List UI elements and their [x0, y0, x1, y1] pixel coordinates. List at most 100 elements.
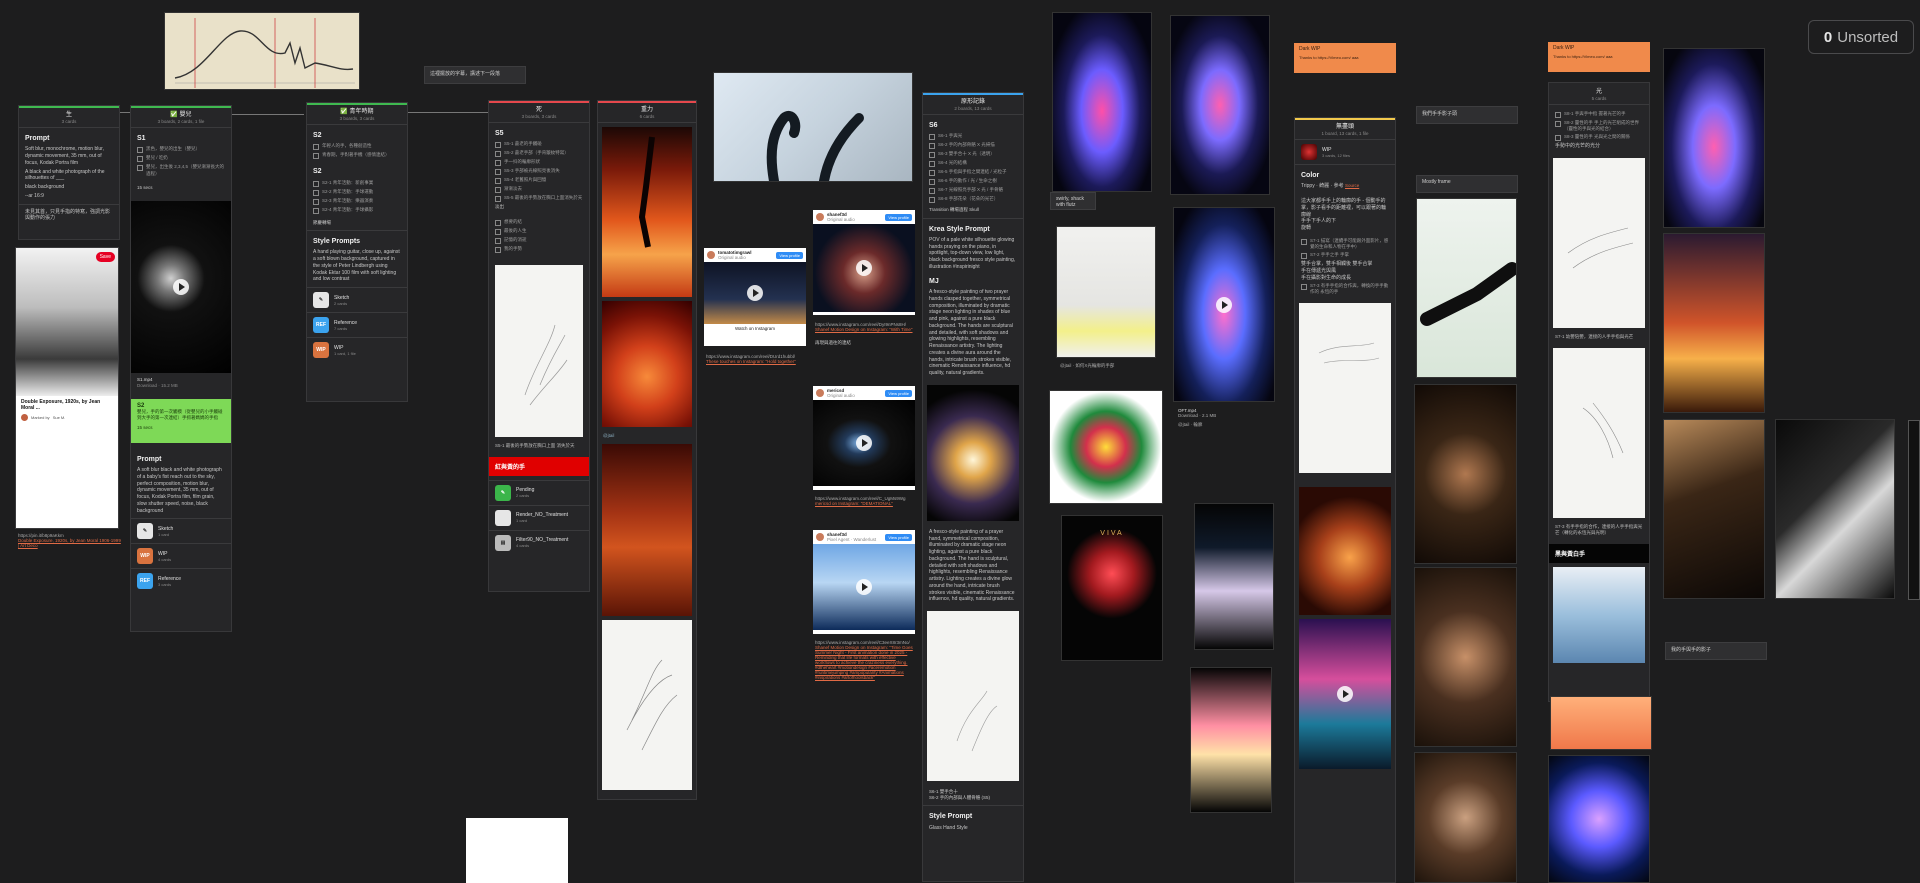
- checklist-item[interactable]: S2-2 青年活動：手球運動: [313, 189, 401, 196]
- subboard-sketch[interactable]: ✎ Sketch 1 card: [131, 518, 231, 543]
- save-button[interactable]: Save: [95, 252, 115, 262]
- instagram-link[interactable]: mericsd on Instagram: "DEMATIONAL": [815, 501, 915, 506]
- checklist-item[interactable]: S5-5 最後的手勢放在胸口上面消失於天: [495, 195, 583, 203]
- checklist-item[interactable]: S7-2 手手之手 手掌: [1301, 252, 1389, 260]
- instagram-embed[interactable]: shanef3d Original audio View profile: [813, 210, 915, 315]
- orange-note[interactable]: Dark WIP Thanks to https://Vimeo.com/ aa…: [1294, 43, 1396, 73]
- checklist-item[interactable]: 青春期，手對著手機（感情連結）: [313, 152, 401, 160]
- checklist-item[interactable]: S6-1 手與光: [929, 133, 1017, 141]
- sunset-hands-image[interactable]: [1663, 233, 1765, 413]
- caption-note[interactable]: 我們手手影子頭: [1416, 106, 1518, 124]
- orange-smoke-image[interactable]: [602, 301, 692, 427]
- xray-hand-image[interactable]: [1052, 12, 1152, 192]
- view-profile-button[interactable]: View profile: [885, 213, 912, 221]
- sketch-image[interactable]: [495, 264, 583, 437]
- checklist-item[interactable]: S2-3 青年活動：樂器演奏: [313, 198, 401, 205]
- prayer-hands-video[interactable]: [1173, 207, 1275, 402]
- pinterest-link[interactable]: Double Exposure, 1920s, by Jean Moral 19…: [18, 538, 122, 548]
- board-youth[interactable]: ✅ 青年時期 3 boards, 3 cards S2 年輕人的手，各種創造性 青…: [306, 102, 408, 402]
- sketch-image[interactable]: [927, 611, 1019, 782]
- checklist-item[interactable]: 我的手勢: [495, 246, 583, 253]
- caption-note[interactable]: 這裡擺放的字幕，講述下一段落: [424, 66, 526, 84]
- edge-card[interactable]: [1908, 420, 1920, 600]
- video-preview[interactable]: [131, 200, 231, 373]
- checklist-item[interactable]: S5-1 蒼老的手觸碰: [495, 141, 583, 149]
- checklist-item[interactable]: S6-5 手指與手指之間連結 / 光粒子: [929, 169, 1017, 177]
- play-icon[interactable]: [1337, 686, 1353, 703]
- subboard-render[interactable]: Render_NO_Treatment 1 card: [489, 504, 589, 530]
- sketch-image[interactable]: [1553, 347, 1645, 518]
- pinterest-card[interactable]: Save Double Exposure, 1920s, by Jean Mor…: [15, 247, 119, 529]
- board-endless[interactable]: 無盡頭 1 board, 13 cards, 1 file WIP 3 cards,…: [1294, 117, 1396, 883]
- handshake-image[interactable]: [1414, 567, 1517, 747]
- sketch-image[interactable]: [602, 620, 692, 790]
- checklist-item[interactable]: S6-6 手的動作 / 光 / 生命之樹: [929, 178, 1017, 186]
- view-profile-button[interactable]: View profile: [776, 251, 803, 259]
- cosmic-hands-image[interactable]: [1548, 755, 1650, 883]
- checklist-item[interactable]: S8-1 手與手中指 握著光芒的手: [1555, 111, 1643, 118]
- play-icon[interactable]: [856, 260, 872, 276]
- xray-hands-pair-image[interactable]: [1663, 48, 1765, 228]
- checklist-item[interactable]: S5-3 手部被光線照亮後消失: [495, 168, 583, 176]
- s2-note[interactable]: S2 嬰兒，手的第一次觸摸（從嬰兒的小手觸碰到大手的第一次連結）手抓著媽媽的手指…: [131, 398, 231, 443]
- unsorted-button[interactable]: 0 Unsorted: [1808, 20, 1914, 54]
- checklist-item[interactable]: 嬰兒，出生後 2,3,4,5（嬰兒漸漸長大的過程）: [137, 164, 225, 176]
- board-sheng[interactable]: 生3 cards Prompt Soft blur, monochrome, m…: [18, 105, 120, 240]
- blank-card[interactable]: [466, 818, 568, 883]
- checklist-item[interactable]: S7-1 描寫（連續手可能跟外面影片，感覺的生命和人物在手中）: [1301, 238, 1389, 250]
- checklist-item[interactable]: 年輕人的手，各種創造性: [313, 143, 401, 151]
- caption-note[interactable]: Mostly frame: [1416, 175, 1518, 193]
- neon-hands-image[interactable]: [1190, 667, 1272, 813]
- instagram-embed[interactable]: tomatotimgrawl Original audio View profile…: [704, 248, 806, 346]
- subboard-reference[interactable]: REF Reference 7 cards: [307, 312, 407, 337]
- light-beam-hands-image[interactable]: [1663, 419, 1765, 599]
- video-preview[interactable]: [813, 400, 915, 486]
- board-death[interactable]: 死3 boards, 3 cards S5 S5-1 蒼老的手觸碰 S5-2 蒼…: [488, 100, 590, 592]
- checklist-item[interactable]: S8-3 靈性的手 光與光之間的關係: [1555, 134, 1643, 142]
- red-hands-image[interactable]: [602, 444, 692, 616]
- instagram-embed[interactable]: mericsd Original audio View profile: [813, 386, 915, 490]
- xray-hand-image[interactable]: [1170, 15, 1270, 195]
- checklist-item[interactable]: 記憶的消逝: [495, 237, 583, 244]
- subboard-filter[interactable]: ▤ Filter90_NO_Treatment 4 cards: [489, 529, 589, 555]
- source-link[interactable]: Source: [1345, 183, 1359, 188]
- subboard-wip[interactable]: WIP WIP 1 card, 1 file: [307, 337, 407, 362]
- video-preview[interactable]: [813, 544, 915, 630]
- board-light[interactable]: 光5 cards S8-1 手與手中指 握著光芒的手 S8-2 靈性的手 手上的…: [1548, 82, 1650, 702]
- checklist-item[interactable]: 漸漸淡去: [495, 186, 583, 194]
- hand-orange-image[interactable]: [1299, 487, 1391, 616]
- subboard-wip[interactable]: WIP 3 cards, 12 files: [1295, 140, 1395, 164]
- board-gravity[interactable]: 重力 6 cards @jtail: [597, 100, 697, 800]
- prompt-card[interactable]: Prompt A soft blur black and white photo…: [131, 449, 231, 519]
- creation-of-adam-image[interactable]: [1553, 566, 1645, 663]
- checklist-item[interactable]: S6-3 雙手合十 X 光（透明）: [929, 151, 1017, 159]
- subboard-wip[interactable]: WIP WIP 4 cards: [131, 543, 231, 568]
- checklist-item[interactable]: S7-3 有手手指的合作與，轉換的手手動作的 永恆的手: [1301, 283, 1389, 295]
- view-profile-button[interactable]: View profile: [885, 533, 912, 541]
- shadow-hands-image[interactable]: [713, 72, 913, 182]
- instagram-link[interactable]: These touches on Instagram: "Hold togeth…: [706, 359, 806, 364]
- black-banner[interactable]: 黑與黃白手: [1549, 543, 1649, 563]
- handshake-image[interactable]: [1414, 752, 1517, 883]
- sketch-image[interactable]: [1553, 157, 1645, 328]
- board-baby[interactable]: ✅ 嬰兒 3 boards, 2 cards, 1 file S1 黑色，嬰兒的出…: [130, 105, 232, 632]
- checklist-item[interactable]: 手一抖的輪廓形狀: [495, 159, 583, 167]
- caption-note[interactable]: swirly, shack with flutz: [1050, 192, 1096, 210]
- play-icon[interactable]: [747, 285, 763, 301]
- graph-sketch-image[interactable]: [164, 12, 360, 90]
- checklist-item[interactable]: S2-1 青年活動：新創事業: [313, 180, 401, 187]
- red-smoke-image[interactable]: [602, 127, 692, 297]
- drawn-hand-image[interactable]: [1056, 226, 1156, 358]
- glowing-hand-image[interactable]: [927, 384, 1019, 521]
- caption-note[interactable]: 我的手與手的影子: [1665, 642, 1767, 660]
- subboard-sketch[interactable]: ✎ Sketch 2 cards: [307, 287, 407, 312]
- subboard-reference[interactable]: REF Reference 3 cards: [131, 568, 231, 593]
- checklist-item[interactable]: 嬰兒 / 吃奶: [137, 155, 225, 163]
- glass-hands-image[interactable]: [1194, 503, 1274, 650]
- handshake-image[interactable]: [1414, 384, 1517, 564]
- checklist-item[interactable]: S6-8 手部花朵（花朵的光芒）: [929, 196, 1017, 204]
- play-icon[interactable]: [856, 435, 872, 451]
- xray-hand-color-image[interactable]: [1049, 390, 1163, 504]
- checklist-item[interactable]: S8-2 靈性的手 手上的光芒組成的世界（靈性的手與光的結合）: [1555, 120, 1643, 132]
- style-prompt-card[interactable]: Style Prompts A hand playing guitar, clo…: [307, 229, 407, 287]
